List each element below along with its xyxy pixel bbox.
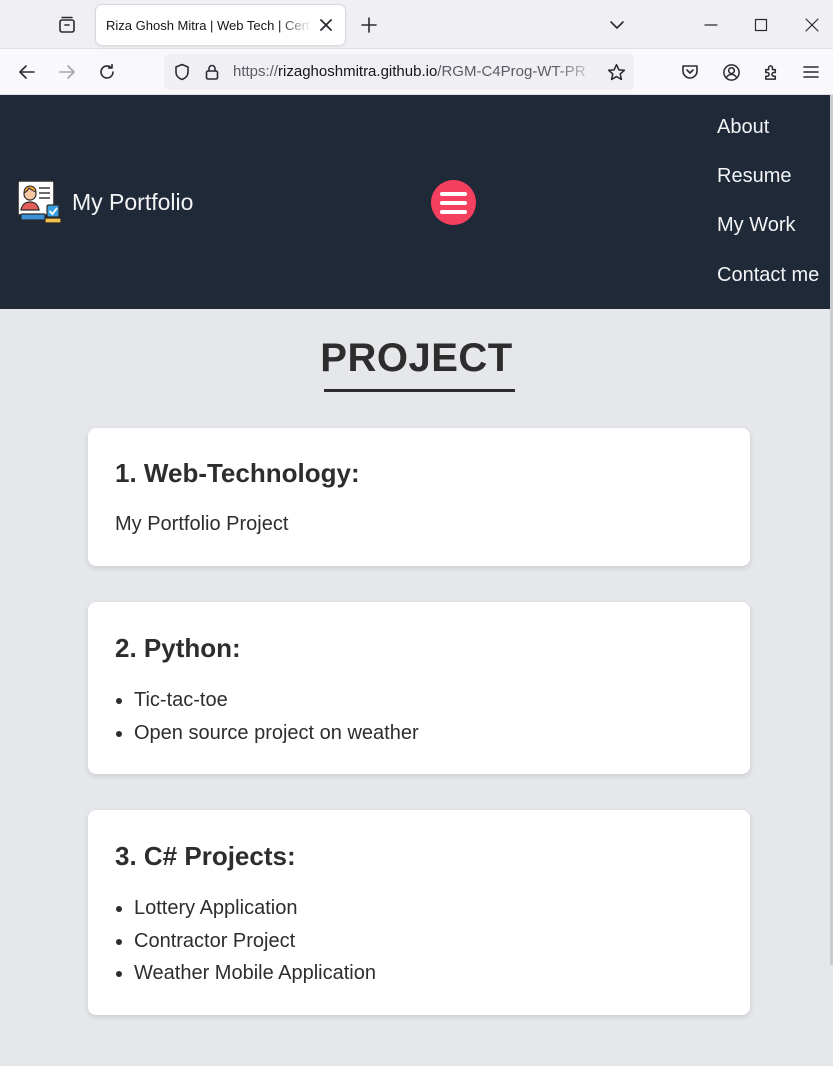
card-heading: 2. Python: bbox=[115, 633, 241, 663]
nav-link-resume[interactable]: Resume bbox=[717, 165, 791, 188]
title-underline bbox=[324, 389, 515, 392]
list-item: Open source project on weather bbox=[134, 717, 419, 750]
list-item: Tic-tac-toe bbox=[134, 684, 419, 717]
tab-title: Riza Ghosh Mitra | Web Tech | Cert 4 Pro… bbox=[106, 17, 311, 33]
hamburger-bar-icon bbox=[440, 191, 467, 196]
card-heading: 3. C# Projects: bbox=[115, 841, 296, 871]
project-card-web-technology: 1. Web-Technology: My Portfolio Project bbox=[88, 428, 750, 566]
extensions-icon[interactable] bbox=[757, 58, 785, 86]
pocket-icon[interactable] bbox=[676, 58, 704, 86]
nav-link-about[interactable]: About bbox=[717, 116, 769, 139]
new-tab-icon[interactable] bbox=[357, 13, 381, 37]
hamburger-menu-button[interactable] bbox=[431, 180, 476, 225]
project-card-csharp: 3. C# Projects: Lottery Application Cont… bbox=[88, 810, 750, 1015]
site-brand[interactable]: My Portfolio bbox=[72, 189, 193, 216]
project-card-python: 2. Python: Tic-tac-toe Open source proje… bbox=[88, 602, 750, 774]
url-path: /RGM-C4Prog-WT-PR bbox=[437, 63, 586, 80]
nav-link-contact[interactable]: Contact me bbox=[717, 264, 819, 287]
account-icon[interactable] bbox=[717, 58, 745, 86]
bookmark-star-icon[interactable] bbox=[606, 62, 626, 82]
page-title: PROJECT bbox=[320, 336, 513, 380]
url-bar[interactable]: https://rizaghoshmitra.github.io/RGM-C4P… bbox=[164, 54, 634, 90]
card-text: My Portfolio Project bbox=[115, 513, 289, 535]
reload-icon[interactable] bbox=[93, 58, 121, 86]
list-all-tabs-icon[interactable] bbox=[605, 13, 629, 37]
list-item: Weather Mobile Application bbox=[134, 957, 376, 990]
lock-icon[interactable] bbox=[202, 62, 222, 82]
maximize-icon[interactable] bbox=[749, 13, 773, 37]
tracking-protection-icon[interactable] bbox=[172, 62, 192, 82]
minimize-icon[interactable] bbox=[699, 13, 723, 37]
nav-link-my-work[interactable]: My Work bbox=[717, 214, 796, 237]
app-menu-icon[interactable] bbox=[797, 58, 825, 86]
browser-tab-bar: Riza Ghosh Mitra | Web Tech | Cert 4 Pro… bbox=[0, 0, 833, 49]
window-close-icon[interactable] bbox=[800, 13, 824, 37]
project-list: Tic-tac-toe Open source project on weath… bbox=[134, 684, 419, 749]
browser-toolbar: https://rizaghoshmitra.github.io/RGM-C4P… bbox=[0, 49, 833, 95]
url-text[interactable]: https://rizaghoshmitra.github.io/RGM-C4P… bbox=[233, 63, 599, 80]
portfolio-logo-icon[interactable] bbox=[17, 180, 63, 226]
close-tab-icon[interactable] bbox=[317, 16, 335, 34]
project-list: Lottery Application Contractor Project W… bbox=[134, 892, 376, 990]
tab-list-icon[interactable] bbox=[54, 12, 80, 38]
card-heading: 1. Web-Technology: bbox=[115, 458, 360, 488]
url-scheme: https:// bbox=[233, 63, 279, 80]
list-item: Lottery Application bbox=[134, 892, 376, 925]
hamburger-bar-icon bbox=[440, 200, 467, 205]
forward-icon[interactable] bbox=[53, 58, 81, 86]
active-tab[interactable]: Riza Ghosh Mitra | Web Tech | Cert 4 Pro… bbox=[96, 5, 345, 45]
list-item: Contractor Project bbox=[134, 925, 376, 958]
url-host: rizaghoshmitra.github.io bbox=[278, 63, 438, 80]
back-icon[interactable] bbox=[13, 58, 41, 86]
hamburger-bar-icon bbox=[440, 209, 467, 214]
